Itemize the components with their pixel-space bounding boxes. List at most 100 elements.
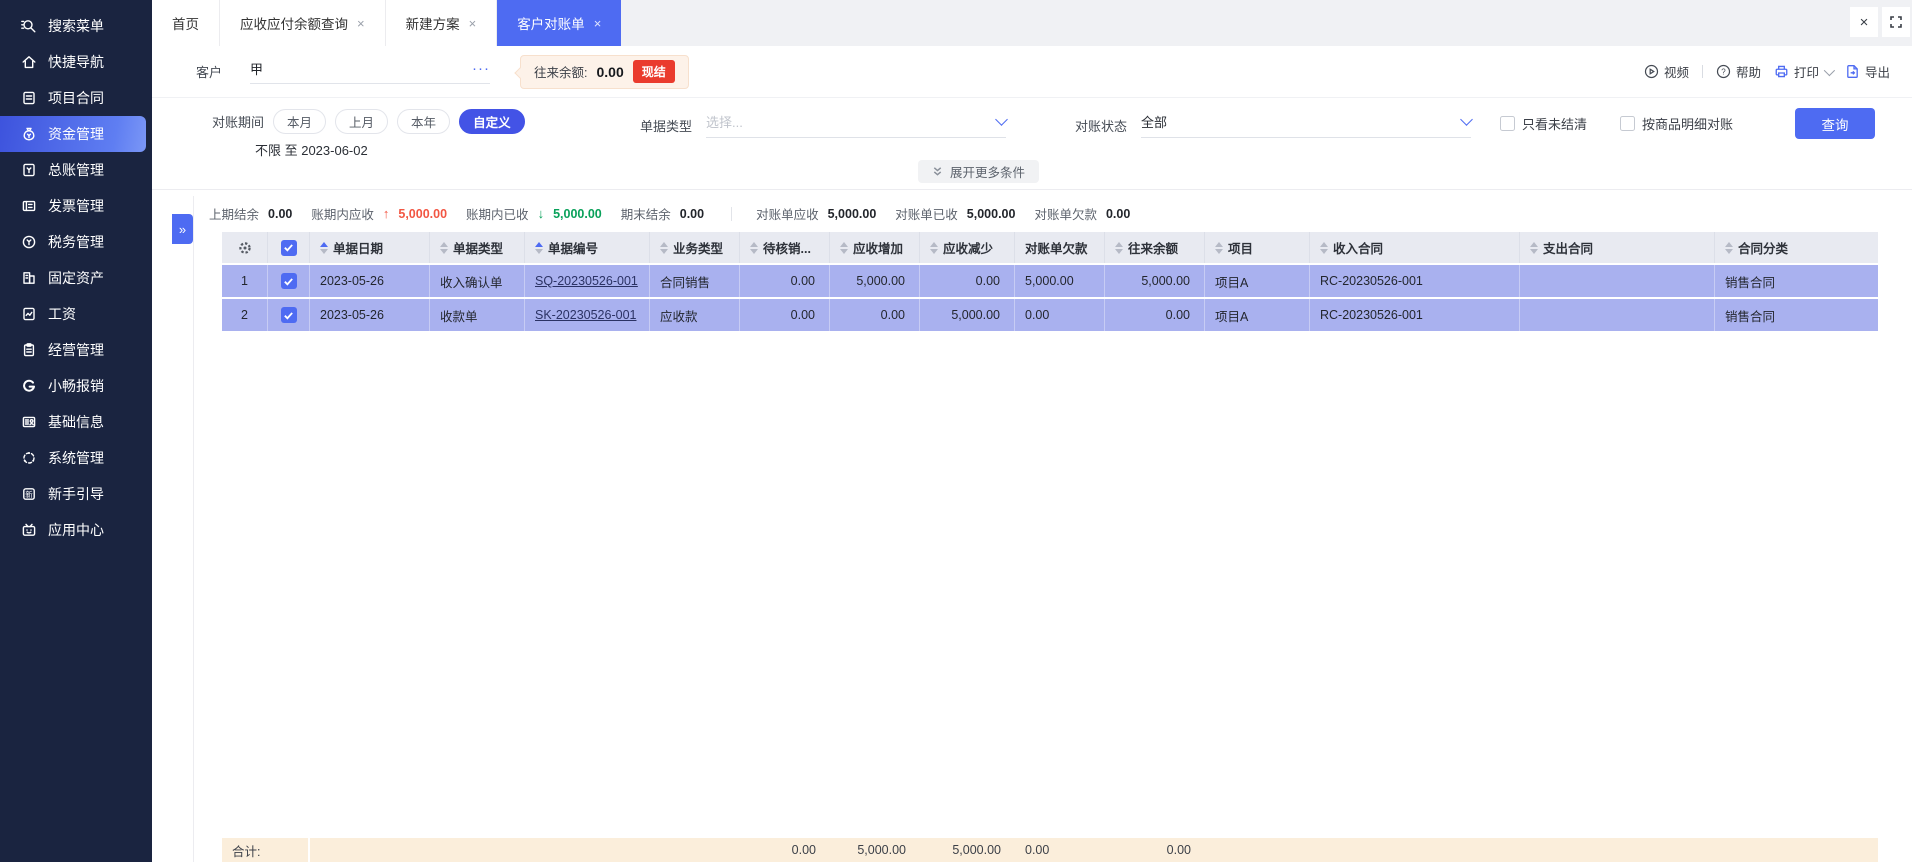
ledger-icon	[20, 162, 37, 179]
print-label: 打印	[1793, 66, 1819, 80]
video-button[interactable]: 视频	[1644, 62, 1689, 81]
panel-expand-button[interactable]: »	[172, 214, 193, 244]
sidebar-item-business-mgmt[interactable]: 经营管理	[0, 332, 152, 368]
column-header-stmt-debt[interactable]: 对账单欠款	[1015, 232, 1105, 263]
row-checkbox[interactable]	[268, 299, 310, 331]
column-header-doc-date[interactable]: 单据日期	[310, 232, 430, 263]
column-header-income-contract[interactable]: 收入合同	[1310, 232, 1520, 263]
period-range-value[interactable]: 不限 至 2023-06-02	[255, 140, 368, 159]
sidebar-item-app-center[interactable]: 应用中心	[0, 512, 152, 548]
summary-value: 0.00	[1105, 206, 1131, 221]
checkbox-by-product[interactable]: 按商品明细对账	[1620, 114, 1733, 133]
table-row[interactable]: 2 2023-05-26 收款单 SK-20230526-001 应收款 0.0…	[222, 299, 1878, 331]
expand-more-label: 展开更多条件	[950, 166, 1026, 180]
sidebar-item-funds[interactable]: 资金管理	[0, 116, 146, 152]
sidebar-item-expense[interactable]: 小畅报销	[0, 368, 152, 404]
column-header-doc-type[interactable]: 单据类型	[430, 232, 525, 263]
sidebar-item-invoice[interactable]: 发票管理	[0, 188, 152, 224]
column-header-project[interactable]: 项目	[1205, 232, 1310, 263]
select-all-checkbox[interactable]	[268, 232, 310, 263]
checkbox-unsettled[interactable]: 只看未结清	[1500, 114, 1587, 133]
tab-label: 首页	[172, 17, 199, 32]
summary-stmt-debt: 对账单欠款 0.00	[1034, 204, 1130, 223]
tab-balance-query[interactable]: 应收应付余额查询 ×	[220, 0, 386, 46]
tab-close-icon[interactable]: ×	[469, 17, 477, 30]
summary-value: 5,000.00	[398, 206, 448, 221]
main-area: 首页 应收应付余额查询 × 新建方案 × 客户对账单 × × 客户 甲 ··· …	[152, 0, 1912, 862]
table-row[interactable]: 1 2023-05-26 收入确认单 SQ-20230526-001 合同销售 …	[222, 265, 1878, 297]
cell-biz-type: 合同销售	[650, 265, 740, 297]
column-header-balance[interactable]: 往来余额	[1105, 232, 1205, 263]
cell-ar-increase: 5,000.00	[830, 265, 920, 297]
column-header-expense-contract[interactable]: 支出合同	[1520, 232, 1715, 263]
summary-label: 对账单应收	[756, 208, 819, 222]
cell-project: 项目A	[1205, 265, 1310, 297]
customer-label: 客户	[196, 65, 223, 80]
column-settings-gear-icon[interactable]	[222, 232, 268, 263]
period-label: 对账期间	[212, 115, 265, 130]
column-header-contract-category[interactable]: 合同分类	[1715, 232, 1878, 263]
column-header-doc-no[interactable]: 单据编号	[525, 232, 650, 263]
sidebar-item-salary[interactable]: 工资	[0, 296, 152, 332]
tab-close-icon[interactable]: ×	[357, 17, 365, 30]
fixed-assets-icon	[20, 270, 37, 287]
period-option-this-month[interactable]: 本月	[273, 109, 327, 134]
help-label: 帮助	[1735, 66, 1761, 80]
sidebar-item-quick-nav[interactable]: 快捷导航	[0, 44, 152, 80]
sidebar-item-project-contract[interactable]: 项目合同	[0, 80, 152, 116]
tab-home[interactable]: 首页	[152, 0, 220, 46]
period-option-custom[interactable]: 自定义	[459, 109, 525, 134]
filter-panel: 对账期间 本月 上月 本年 自定义 不限 至 2023-06-02 单据类型 选…	[152, 98, 1912, 190]
sidebar-item-system-mgmt[interactable]: 系统管理	[0, 440, 152, 476]
sidebar-item-general-ledger[interactable]: 总账管理	[0, 152, 152, 188]
checkbox-icon[interactable]	[1620, 116, 1635, 131]
doc-type-select[interactable]: 选择...	[706, 112, 1008, 138]
doc-no-link[interactable]: SK-20230526-001	[535, 308, 636, 322]
period-option-last-month[interactable]: 上月	[335, 109, 389, 134]
tab-close-icon[interactable]: ×	[594, 17, 602, 30]
print-button[interactable]: 打印	[1774, 62, 1836, 81]
tab-customer-statement[interactable]: 客户对账单 ×	[497, 0, 622, 46]
header-actions: 视频 ? 帮助 打印 导出	[1644, 62, 1890, 81]
customer-field[interactable]: 甲 ···	[250, 59, 491, 84]
sidebar-item-tax[interactable]: 税务管理	[0, 224, 152, 260]
sidebar-item-base-info[interactable]: 基础信息	[0, 404, 152, 440]
period-option-this-year[interactable]: 本年	[397, 109, 451, 134]
summary-stmt-receivable: 对账单应收 5,000.00	[756, 204, 876, 223]
sidebar-item-search-menu[interactable]: 搜索菜单	[0, 8, 152, 44]
export-button[interactable]: 导出	[1845, 62, 1890, 81]
cell-balance: 5,000.00	[1105, 265, 1205, 297]
sidebar-item-label: 项目合同	[48, 90, 104, 106]
sidebar-item-label: 经营管理	[48, 342, 104, 358]
row-checkbox[interactable]	[268, 265, 310, 297]
table-footer-row: 合计: 0.00 5,000.00 5,000.00 0.00 0.00	[222, 838, 1878, 862]
help-button[interactable]: ? 帮助	[1716, 62, 1761, 81]
column-header-ar-decrease[interactable]: 应收减少	[920, 232, 1015, 263]
sidebar-item-newbie-guide[interactable]: 新 新手引导	[0, 476, 152, 512]
sidebar-item-label: 快捷导航	[48, 54, 104, 70]
sidebar-item-fixed-assets[interactable]: 固定资产	[0, 260, 152, 296]
summary-label: 对账单欠款	[1034, 208, 1097, 222]
column-header-ar-increase[interactable]: 应收增加	[830, 232, 920, 263]
summary-label: 账期内应收	[311, 208, 374, 222]
period-filter: 对账期间 本月 上月 本年 自定义	[212, 109, 525, 134]
checkbox-icon[interactable]	[1500, 116, 1515, 131]
status-badge: 现结	[632, 60, 675, 83]
column-header-biz-type[interactable]: 业务类型	[650, 232, 740, 263]
ellipsis-icon[interactable]: ···	[472, 61, 490, 76]
column-header-pending[interactable]: 待核销...	[740, 232, 830, 263]
close-icon[interactable]: ×	[1850, 7, 1878, 37]
tab-new-plan[interactable]: 新建方案 ×	[385, 0, 498, 46]
balance-box-notch	[514, 66, 526, 79]
sidebar: 搜索菜单 快捷导航 项目合同 资金管理 总账管理 发票管理 税务管理 固定资产	[0, 0, 152, 862]
sidebar-item-label: 系统管理	[48, 450, 104, 466]
doc-no-link[interactable]: SQ-20230526-001	[535, 274, 638, 288]
fullscreen-icon[interactable]	[1882, 7, 1910, 37]
query-button[interactable]: 查询	[1795, 108, 1875, 139]
summary-period-receivable: 账期内应收 ↑ 5,000.00	[311, 204, 447, 223]
expand-more-button[interactable]: 展开更多条件	[918, 160, 1040, 183]
statement-header: 客户 甲 ··· 往来余额: 0.00 现结 视频 ? 帮助 打印 导出	[152, 46, 1912, 98]
sidebar-item-label: 发票管理	[48, 198, 104, 214]
cell-income-contract: RC-20230526-001	[1310, 299, 1520, 331]
status-select[interactable]: 全部	[1141, 112, 1473, 138]
